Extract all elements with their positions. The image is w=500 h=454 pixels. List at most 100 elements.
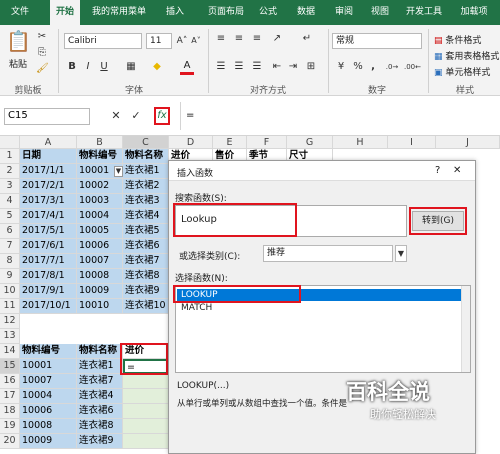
table2-cell[interactable]: 连衣裙8 <box>77 419 123 434</box>
row-header[interactable]: 16 <box>0 374 20 389</box>
merge-center-icon[interactable]: ⊞ <box>304 61 318 73</box>
column-header[interactable]: A <box>20 136 77 149</box>
align-right-icon[interactable]: ☰ <box>250 61 264 73</box>
row-header[interactable]: 5 <box>0 209 20 224</box>
column-header[interactable]: J <box>436 136 500 149</box>
row-header[interactable]: 13 <box>0 329 20 344</box>
row-header[interactable]: 7 <box>0 239 20 254</box>
table-cell[interactable]: 2017/2/1 <box>20 179 77 194</box>
tab-developer[interactable]: 开发工具 <box>402 0 446 25</box>
row-header[interactable]: 12 <box>0 314 20 329</box>
table-cell[interactable]: 连衣裙5 <box>123 224 169 239</box>
column-header[interactable]: E <box>213 136 247 149</box>
table-cell[interactable]: 连衣裙8 <box>123 269 169 284</box>
table-cell[interactable]: 10004 <box>77 209 123 224</box>
table-cell[interactable]: 10006 <box>77 239 123 254</box>
formula-input[interactable]: = <box>186 110 194 121</box>
wrap-text-icon[interactable]: ↵ <box>300 33 314 45</box>
shrink-font-icon[interactable]: A˅ <box>190 35 202 47</box>
row-header[interactable]: 17 <box>0 389 20 404</box>
table-cell[interactable]: 2017/10/1 <box>20 299 77 314</box>
column-header[interactable]: I <box>388 136 436 149</box>
table-cell[interactable]: 10009 <box>77 284 123 299</box>
table-cell[interactable]: 连衣裙9 <box>123 284 169 299</box>
table-cell[interactable]: 2017/1/1 <box>20 164 77 179</box>
align-top-icon[interactable]: ≡ <box>214 33 228 45</box>
italic-button[interactable]: I <box>82 61 94 73</box>
table-cell[interactable]: 2017/3/1 <box>20 194 77 209</box>
enter-icon[interactable]: ✓ <box>130 110 142 122</box>
cell-styles-button[interactable]: ▣ 单元格样式 <box>434 65 490 78</box>
insert-function-icon[interactable]: fx <box>154 107 170 125</box>
bold-button[interactable]: B <box>66 61 78 73</box>
row-header[interactable]: 11 <box>0 299 20 314</box>
border-icon[interactable]: ▦ <box>124 61 138 73</box>
font-name-select[interactable]: Calibri <box>64 33 142 49</box>
cancel-icon[interactable]: ✕ <box>110 110 122 122</box>
row-header[interactable]: 9 <box>0 269 20 284</box>
table2-cell[interactable]: 10008 <box>20 419 77 434</box>
table2-cell[interactable]: 连衣裙6 <box>77 404 123 419</box>
help-icon[interactable]: ? <box>435 165 440 176</box>
align-bottom-icon[interactable]: ≡ <box>250 33 264 45</box>
table-cell[interactable]: 10005 <box>77 224 123 239</box>
table2-cell[interactable]: 10006 <box>20 404 77 419</box>
tab-file[interactable]: 文件 <box>4 0 36 25</box>
table-cell[interactable]: 2017/5/1 <box>20 224 77 239</box>
row-header[interactable]: 14 <box>0 344 20 359</box>
tab-home[interactable]: 开始 <box>50 0 80 25</box>
decrease-decimal-icon[interactable]: .00← <box>404 61 421 73</box>
table2-cell[interactable] <box>123 404 169 419</box>
column-header[interactable]: F <box>247 136 287 149</box>
dropdown-arrow-icon[interactable]: ▼ <box>114 166 123 177</box>
table2-cell[interactable] <box>123 374 169 389</box>
font-size-select[interactable]: 11 <box>146 33 172 49</box>
table2-cell[interactable] <box>123 419 169 434</box>
table-cell[interactable]: 2017/6/1 <box>20 239 77 254</box>
table2-cell[interactable]: 10004 <box>20 389 77 404</box>
align-middle-icon[interactable]: ≡ <box>232 33 246 45</box>
table2-cell[interactable]: 连衣裙1 <box>77 359 123 374</box>
increase-decimal-icon[interactable]: .0→ <box>384 61 400 73</box>
table-cell[interactable]: 连衣裙7 <box>123 254 169 269</box>
row-header[interactable]: 3 <box>0 179 20 194</box>
column-header[interactable]: D <box>169 136 213 149</box>
table2-cell[interactable] <box>123 434 169 449</box>
column-header[interactable]: B <box>77 136 123 149</box>
table-cell[interactable]: 10002 <box>77 179 123 194</box>
column-header[interactable]: C <box>123 136 169 149</box>
format-as-table-button[interactable]: ▦ 套用表格格式 <box>434 49 499 62</box>
paste-icon[interactable]: 📋 <box>6 29 31 53</box>
number-format-select[interactable]: 常规 <box>332 33 422 49</box>
grow-font-icon[interactable]: A˄ <box>176 35 188 47</box>
table2-cell[interactable]: 连衣裙4 <box>77 389 123 404</box>
row-header[interactable]: 6 <box>0 224 20 239</box>
row-header[interactable]: 19 <box>0 419 20 434</box>
tab-addins[interactable]: 加载项 <box>454 0 494 25</box>
table2-header-cell[interactable]: 物料编号 <box>20 344 77 359</box>
table-cell[interactable]: 2017/4/1 <box>20 209 77 224</box>
table-cell[interactable]: 连衣裙2 <box>123 179 169 194</box>
fill-color-icon[interactable]: ◆ <box>150 61 164 73</box>
table-header-cell[interactable]: 日期 <box>20 149 77 164</box>
tab-insert[interactable]: 插入 <box>160 0 190 25</box>
format-painter-icon[interactable]: 🖌 <box>36 63 49 75</box>
row-header[interactable]: 2 <box>0 164 20 179</box>
table-cell[interactable]: 10007 <box>77 254 123 269</box>
tab-formulas[interactable]: 公式 <box>254 0 282 25</box>
tab-my-menu[interactable]: 我的常用菜单 <box>86 0 152 25</box>
list-scrollbar[interactable] <box>461 286 470 372</box>
paste-label[interactable]: 粘贴 <box>9 57 27 70</box>
row-header[interactable]: 20 <box>0 434 20 449</box>
tab-page-layout[interactable]: 页面布局 <box>200 0 252 25</box>
chevron-down-icon[interactable]: ▼ <box>395 245 407 262</box>
underline-button[interactable]: U <box>98 61 110 73</box>
name-box[interactable]: C15 <box>4 108 90 125</box>
row-header[interactable]: 4 <box>0 194 20 209</box>
row-header[interactable]: 10 <box>0 284 20 299</box>
conditional-format-button[interactable]: ▤ 条件格式 <box>434 33 481 46</box>
table2-cell[interactable] <box>123 389 169 404</box>
close-icon[interactable]: ✕ <box>453 165 461 176</box>
row-header[interactable]: 18 <box>0 404 20 419</box>
font-color-icon[interactable]: A <box>180 60 194 75</box>
